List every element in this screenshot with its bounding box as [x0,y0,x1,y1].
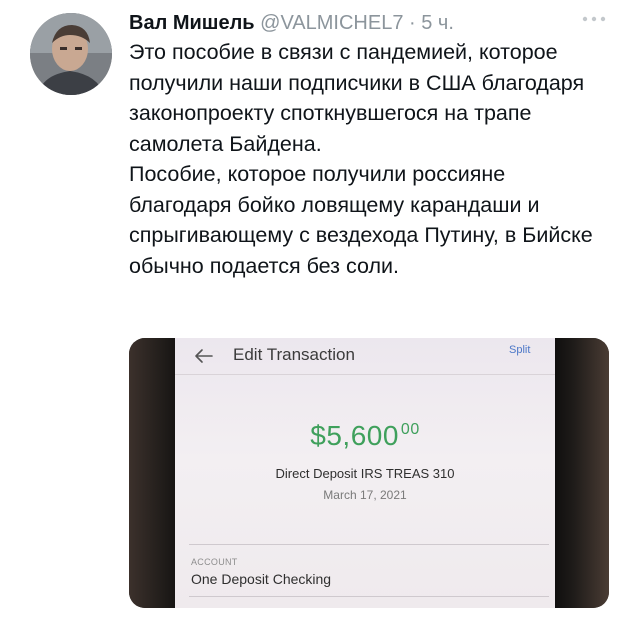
phone-edge-left [129,338,181,608]
phone-edge-right [549,338,609,608]
tweet-media-photo[interactable]: Edit Transaction Split $5,600 00 Direct D… [129,338,609,608]
screen-header: Edit Transaction Split [175,338,555,375]
author-name[interactable]: Вал Мишель [129,12,255,34]
tweet-paragraph: Пособие, которое получили россияне благо… [129,162,593,278]
divider [189,544,549,545]
account-value: One Deposit Checking [191,571,332,587]
transaction-date: March 17, 2021 [323,488,407,502]
amount-cents: 00 [400,421,420,438]
more-horizontal-icon[interactable] [576,8,612,30]
tweet-paragraph: Это пособие в связи с пандемией, которое… [129,40,585,156]
tweet-time[interactable]: 5 ч. [421,12,454,34]
author-handle[interactable]: @VALMICHEL7 [260,12,403,34]
split-link: Split [509,344,531,356]
transaction-description: Direct Deposit IRS TREAS 310 [275,466,455,481]
tweet: Вал Мишель @VALMICHEL7 · 5 ч. Это пособи… [0,0,640,618]
phone-screen: Edit Transaction Split $5,600 00 Direct D… [175,338,555,608]
arrow-left-icon [193,346,215,366]
tweet-text: Это пособие в связи с пандемией, которое… [129,37,599,281]
transaction-amount: $5,600 00 [175,420,555,452]
tweet-header: Вал Мишель @VALMICHEL7 · 5 ч. [129,8,609,38]
screen-title: Edit Transaction [233,345,355,364]
meta-separator: · [403,12,422,34]
account-label: ACCOUNT [191,557,238,567]
divider [189,596,549,597]
avatar[interactable] [30,13,112,95]
avatar-image [30,13,112,95]
amount-main: $5,600 [310,420,399,451]
